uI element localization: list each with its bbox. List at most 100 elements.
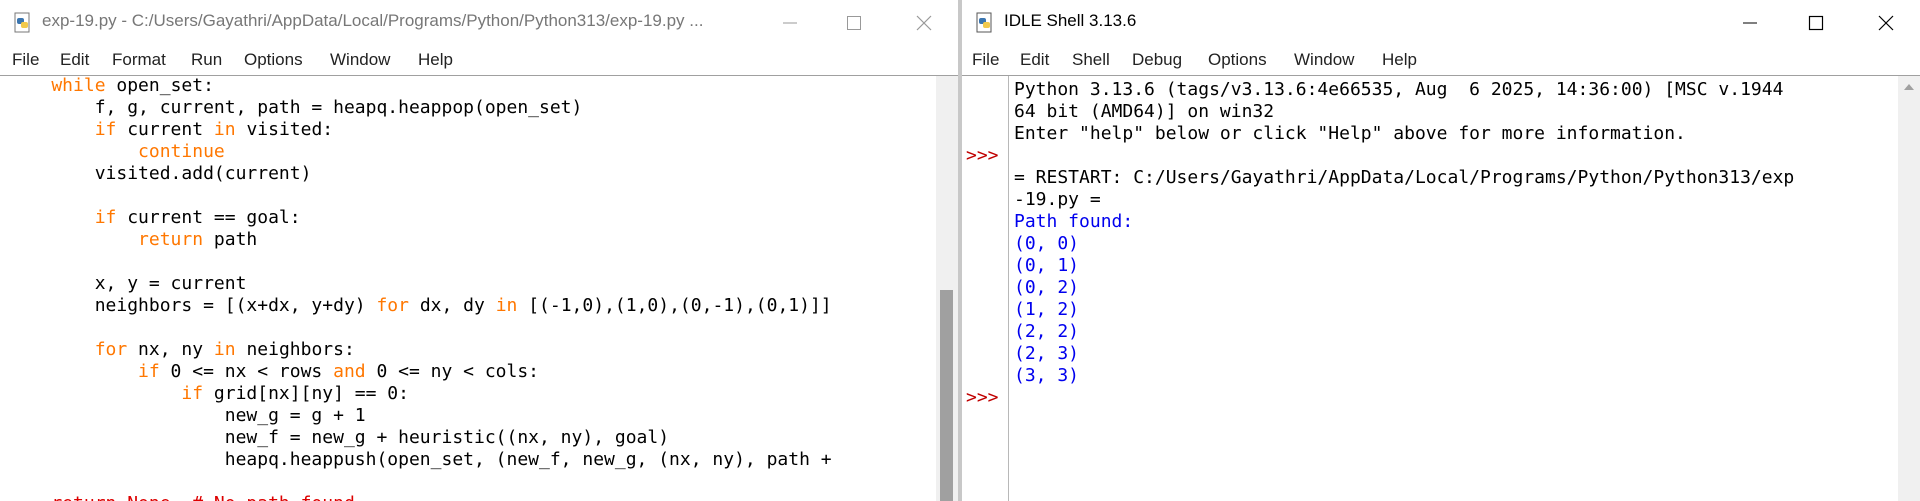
code-text: [(-1,0),(1,0),(0,-1),(0,1)]] [517,295,832,316]
editor-code-line[interactable]: while open_set: [8,75,942,97]
editor-menu-bar: File Edit Format Run Options Window Help [0,46,958,76]
code-text: open_set: [105,75,214,96]
code-text: neighbors = [(x+dx, y+dy) [8,295,377,316]
code-text: heapq.heappush(open_set, (new_f, new_g, … [8,449,832,470]
editor-code-line[interactable]: f, g, current, path = heapq.heappop(open… [8,97,942,119]
shell-text-line[interactable]: Enter "help" below or click "Help" above… [1014,123,1900,145]
shell-output-area[interactable]: Python 3.13.6 (tags/v3.13.6:4e66535, Aug… [1010,79,1900,501]
shell-minimize-button[interactable] [1722,0,1778,46]
maximize-icon [1808,15,1824,31]
code-text: current [116,119,214,140]
editor-scrollbar[interactable] [936,76,958,501]
editor-code-line[interactable]: new_f = new_g + heuristic((nx, ny), goal… [8,427,942,449]
editor-code-line[interactable]: if grid[nx][ny] == 0: [8,383,942,405]
shell-scrollbar[interactable] [1898,76,1920,501]
editor-code-line[interactable]: return path [8,229,942,251]
close-icon [1878,15,1894,31]
editor-minimize-button[interactable] [762,0,818,46]
shell-output-line[interactable]: (0, 0) [1014,233,1900,255]
maximize-icon [847,16,861,30]
code-comment: return None # No path found [8,493,354,501]
editor-window: exp-19.py - C:/Users/Gayathri/AppData/Lo… [0,0,958,501]
shell-menu-window[interactable]: Window [1294,50,1354,70]
code-text: dx, dy [408,295,496,316]
editor-code-line[interactable]: visited.add(current) [8,163,942,185]
editor-menu-help[interactable]: Help [418,50,453,70]
editor-close-button[interactable] [896,0,952,46]
editor-code-line[interactable] [8,471,942,493]
shell-prompt-gutter: >>> >>> [962,76,1009,501]
code-keyword: while [8,75,106,96]
minimize-icon [783,22,797,24]
code-keyword: in [213,119,236,140]
editor-scrollbar-thumb[interactable] [940,290,953,501]
shell-text-line[interactable]: = RESTART: C:/Users/Gayathri/AppData/Loc… [1014,167,1900,189]
editor-menu-edit[interactable]: Edit [60,50,89,70]
shell-text-line[interactable]: 64 bit (AMD64)] on win32 [1014,101,1900,123]
python-file-icon [976,12,992,33]
shell-output-line[interactable]: (3, 3) [1014,365,1900,387]
editor-code-line[interactable] [8,317,942,339]
shell-window-title: IDLE Shell 3.13.6 [1004,11,1137,30]
editor-menu-file[interactable]: File [12,50,39,70]
code-text: grid[nx][ny] == 0: [203,383,409,404]
code-text: new_f = new_g + heuristic((nx, ny), goal… [8,427,670,448]
shell-output-line[interactable]: (0, 2) [1014,277,1900,299]
editor-code-line[interactable]: neighbors = [(x+dx, y+dy) for dx, dy in … [8,295,942,317]
code-keyword: if [8,361,160,382]
minimize-icon [1743,22,1757,24]
shell-title-bar[interactable]: IDLE Shell 3.13.6 [962,0,1920,46]
code-keyword: if [8,207,117,228]
shell-text-line[interactable]: -19.py = [1014,189,1900,211]
editor-code-line[interactable]: heapq.heappush(open_set, (new_f, new_g, … [8,449,942,471]
code-keyword: if [8,383,204,404]
editor-code-line[interactable] [8,251,942,273]
code-keyword: in [495,295,518,316]
shell-output-line[interactable]: Path found: [1014,211,1900,233]
editor-menu-format[interactable]: Format [112,50,166,70]
editor-code-line[interactable]: new_g = g + 1 [8,405,942,427]
scroll-up-arrow-icon[interactable] [1903,82,1915,92]
editor-title-bar[interactable]: exp-19.py - C:/Users/Gayathri/AppData/Lo… [0,0,958,46]
shell-menu-debug[interactable]: Debug [1132,50,1182,70]
shell-text-line[interactable] [1014,387,1900,409]
code-text: x, y = current [8,273,247,294]
shell-output-line[interactable]: (2, 3) [1014,343,1900,365]
shell-prompt: >>> [966,387,999,408]
shell-output-line[interactable]: (1, 2) [1014,299,1900,321]
editor-code-line[interactable]: if current in visited: [8,119,942,141]
editor-menu-run[interactable]: Run [191,50,222,70]
code-keyword: if [8,119,117,140]
shell-text-line[interactable] [1014,145,1900,167]
editor-window-title: exp-19.py - C:/Users/Gayathri/AppData/Lo… [42,11,704,30]
shell-output-line[interactable]: (0, 1) [1014,255,1900,277]
shell-menu-help[interactable]: Help [1382,50,1417,70]
code-keyword: in [213,339,236,360]
editor-menu-options[interactable]: Options [244,50,303,70]
shell-menu-edit[interactable]: Edit [1020,50,1049,70]
editor-code-line[interactable]: if 0 <= nx < rows and 0 <= ny < cols: [8,361,942,383]
editor-code-line[interactable]: if current == goal: [8,207,942,229]
code-text: nx, ny [127,339,214,360]
shell-maximize-button[interactable] [1788,0,1844,46]
editor-maximize-button[interactable] [826,0,882,46]
editor-code-line[interactable]: continue [8,141,942,163]
shell-text-line[interactable]: Python 3.13.6 (tags/v3.13.6:4e66535, Aug… [1014,79,1900,101]
editor-menu-window[interactable]: Window [330,50,390,70]
shell-menu-options[interactable]: Options [1208,50,1267,70]
code-keyword: continue [8,141,225,162]
editor-code-area[interactable]: while open_set: f, g, current, path = he… [0,75,942,501]
shell-menu-shell[interactable]: Shell [1072,50,1110,70]
code-text: visited.add(current) [8,163,312,184]
python-file-icon [14,12,30,33]
code-text: path [203,229,258,250]
shell-prompt: >>> [966,145,999,166]
editor-code-line[interactable] [8,185,942,207]
shell-menu-file[interactable]: File [972,50,999,70]
editor-code-line[interactable]: return None # No path found [8,493,942,501]
editor-code-line[interactable]: x, y = current [8,273,942,295]
editor-code-line[interactable]: for nx, ny in neighbors: [8,339,942,361]
code-text: f, g, current, path = heapq.heappop(open… [8,97,583,118]
shell-close-button[interactable] [1858,0,1914,46]
shell-output-line[interactable]: (2, 2) [1014,321,1900,343]
